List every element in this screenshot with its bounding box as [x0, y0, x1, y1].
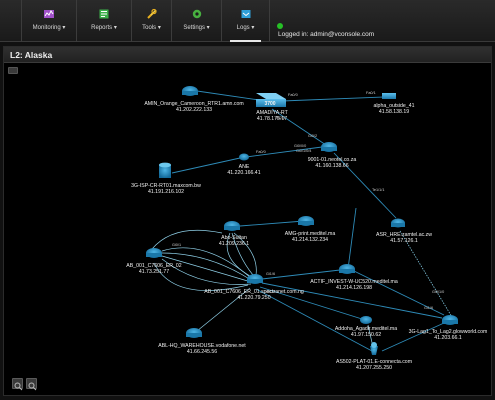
login-status-text: Logged in: admin@vconsole.com	[278, 31, 375, 38]
node-ab001-er01[interactable]: AB_001_C7606_ER_01.spectranet.com.ng 41.…	[204, 274, 304, 301]
router-icon-base	[339, 269, 355, 273]
node-asr-hre[interactable]: ASR_HRE.zamtel.ac.zw 41.57.126.1	[376, 218, 432, 245]
link-label: Fa0/0	[256, 150, 266, 154]
link-amin-amadiya[interactable]	[196, 90, 267, 102]
node-ip: 41.209.236.1	[219, 241, 249, 247]
link-label: Fa0/1	[366, 91, 376, 95]
node-ip: 41.220.166.41	[227, 170, 260, 176]
nav-tools-label: Tools ▾	[142, 25, 161, 31]
link-ab001-abo-a[interactable]	[151, 229, 223, 250]
node-actif[interactable]: ACTIF_INVEST-W-UC520.meditel.ma 41.214.1…	[310, 264, 398, 291]
link-actif-asr[interactable]	[347, 207, 357, 270]
link-label: Te1/1/1	[372, 188, 384, 192]
nav-settings-label: Settings ▾	[183, 25, 210, 31]
node-ip: 41.214.132.234	[292, 237, 328, 243]
node-hub-9001[interactable]: 9001-01.neotel.co.za 41.160.138.66	[308, 142, 357, 169]
router-icon-base	[182, 91, 198, 95]
link-er01-as5x[interactable]	[255, 288, 373, 352]
node-badge: 3700	[264, 101, 275, 107]
nav-logs[interactable]: Logs ▾	[222, 0, 270, 42]
node-ip: 41.191.216.102	[148, 189, 184, 195]
router-icon-base	[391, 223, 405, 227]
node-ip: 41.160.138.66	[315, 163, 348, 169]
login-status-indicator	[277, 23, 283, 29]
top-navigation-bar: Monitoring ▾ Reports ▾ Tools ▾ Settings …	[0, 0, 495, 42]
router-icon-base	[442, 320, 458, 324]
link-abo-amg[interactable]	[239, 220, 305, 227]
link-labels-layer: Fa0/0 Fa0/1 Gi2/1 Gi0/2 Fa0/0 Gi0/0/0 Gi…	[172, 91, 444, 310]
router-icon	[360, 316, 372, 324]
active-tab-underline	[230, 40, 261, 42]
node-abl-hq[interactable]: ABL-HQ_WAREHOUSE.vodafone.net 41.66.245.…	[158, 328, 246, 355]
node-ip: 41.202.222.133	[176, 107, 212, 113]
panel-header: L2: Alaska	[4, 47, 491, 63]
nav-monitoring[interactable]: Monitoring ▾	[22, 0, 77, 42]
link-ab001-er01-c[interactable]	[161, 255, 252, 283]
panel-title: L2: Alaska	[10, 50, 53, 60]
nodes-layer: AMIN_Orange_Cameroon_RTR1.amn.com 41.202…	[126, 86, 487, 371]
zoom-out-icon	[28, 382, 37, 391]
node-ip: 41.58.138.19	[379, 109, 409, 115]
link-label: Gi0/1/0/4	[296, 149, 311, 153]
router-icon-base	[247, 279, 263, 283]
nav-settings[interactable]: Settings ▾	[172, 0, 222, 42]
node-amadiya[interactable]: 3700 AMADIYA-RT 41.78.175.17	[256, 93, 289, 122]
topology-panel: L2: Alaska Fa0/0 Fa0/1 Gi2/1 Gi0/2 Fa0/0…	[3, 46, 492, 396]
node-abo-sultan[interactable]: Abo-Sultan 41.209.236.1	[219, 221, 249, 247]
node-ip: 41.207.255.250	[356, 365, 392, 371]
node-3g-lag[interactable]: 3G-Lag1_To_Lag2.glowworld.com 41.203.66.…	[409, 315, 488, 341]
node-ip: 41.57.126.1	[390, 238, 418, 244]
router-icon-base	[224, 226, 240, 230]
router-icon-base	[186, 333, 202, 337]
node-amg-print[interactable]: AMG-print.meditel.ma 41.214.132.234	[285, 216, 336, 243]
node-ip: 41.66.245.56	[187, 349, 217, 355]
link-label: Gi1/6	[424, 306, 433, 310]
zoom-in-button[interactable]	[12, 378, 23, 391]
tools-icon	[146, 8, 157, 19]
link-label: Fa0/0	[288, 93, 298, 97]
node-ip: 41.203.66.1	[434, 335, 462, 341]
monitoring-icon	[44, 10, 54, 18]
node-ab001-er02[interactable]: AB_001_C7606_ER_02 41.73.251.77	[126, 248, 182, 275]
node-ip: 41.220.79.250	[237, 295, 270, 301]
node-ane[interactable]: ANE 41.220.166.41	[227, 153, 261, 177]
settings-icon	[192, 9, 201, 19]
node-addoha[interactable]: Addoha_Agadir.meditel.ma 41.97.150.62	[335, 316, 397, 338]
node-as5x[interactable]: AS502-PLAT-01.E-connecta.com 41.207.255.…	[336, 342, 412, 371]
nav-home[interactable]	[0, 0, 22, 42]
link-label: Gi1/6	[266, 272, 275, 276]
server-router-icon-top	[159, 162, 171, 168]
router-icon-base	[146, 253, 162, 257]
router-icon-base	[298, 221, 314, 225]
nav-reports[interactable]: Reports ▾	[77, 0, 132, 42]
nav-monitoring-label: Monitoring ▾	[32, 25, 66, 31]
nav-logs-label: Logs ▾	[236, 25, 255, 31]
zoom-in-icon	[14, 382, 23, 391]
switch-icon-top	[256, 93, 286, 99]
node-alpha-outside[interactable]: alpha_outside_41 41.58.138.19	[374, 93, 415, 115]
node-ip: 41.214.126.198	[336, 285, 372, 291]
logs-icon	[241, 10, 250, 18]
link-label: Gi0/0/0	[294, 144, 306, 148]
link-amadiya-alpha[interactable]	[281, 96, 385, 102]
nav-tools[interactable]: Tools ▾	[132, 0, 172, 42]
switch-icon	[382, 93, 396, 99]
node-amin-orange[interactable]: AMIN_Orange_Cameroon_RTR1.amn.com 41.202…	[144, 86, 244, 113]
node-ip: 41.97.150.62	[351, 332, 381, 338]
link-label: Gi0/1	[172, 243, 181, 247]
firewall-icon-top	[371, 342, 377, 348]
node-ip: 41.78.175.17	[257, 116, 287, 122]
link-label: Gi0/1/0	[432, 290, 444, 294]
reports-icon	[99, 9, 109, 19]
node-ip: 41.73.251.77	[139, 269, 169, 275]
zoom-out-button[interactable]	[26, 378, 37, 391]
node-isp-cr[interactable]: 3G-ISP-CR-RT01.maxcom.bw 41.191.216.102	[131, 162, 201, 195]
nav-reports-label: Reports ▾	[91, 25, 117, 31]
router-icon	[239, 153, 249, 161]
topology-map[interactable]: Fa0/0 Fa0/1 Gi2/1 Gi0/2 Fa0/0 Gi0/0/0 Gi…	[4, 63, 493, 397]
link-label: Gi0/2	[308, 134, 317, 138]
router-icon-base	[321, 147, 337, 151]
